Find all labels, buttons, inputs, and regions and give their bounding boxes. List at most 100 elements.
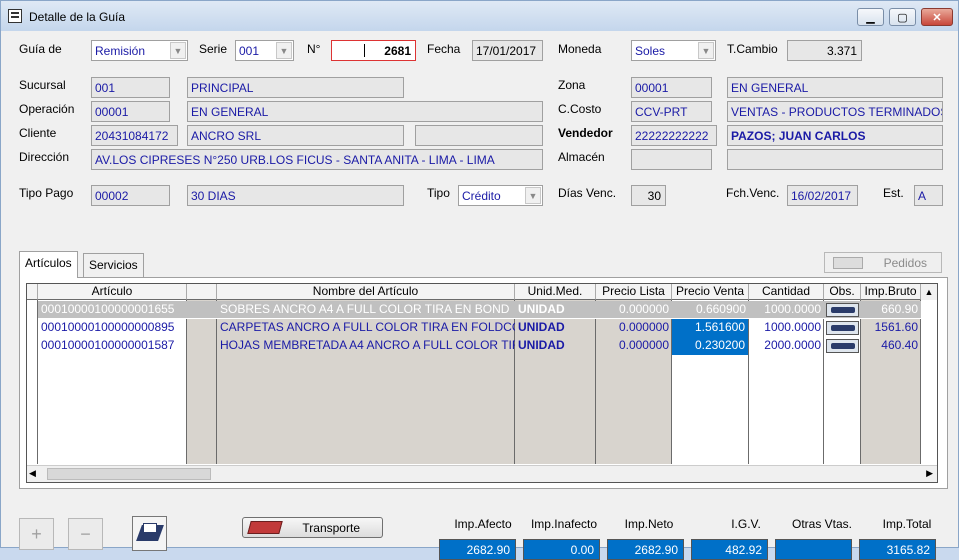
- cantidad-header[interactable]: Cantidad: [749, 284, 824, 300]
- imp-neto-field: 2682.90: [607, 539, 684, 560]
- spacer-header: [187, 284, 217, 300]
- numero-label: N°: [307, 42, 321, 56]
- pedidos-icon: [833, 257, 863, 269]
- serie-label: Serie: [199, 42, 228, 56]
- sucursal-code-input[interactable]: 001: [91, 77, 170, 98]
- imp-bruto-header[interactable]: Imp.Bruto: [861, 284, 921, 300]
- ccosto-label: C.Costo: [558, 102, 602, 116]
- precio-lista-header[interactable]: Precio Lista: [596, 284, 672, 300]
- precio-venta-cell[interactable]: 0.230200: [672, 337, 748, 355]
- chevron-down-icon[interactable]: ▼: [698, 42, 714, 59]
- articulo-cell[interactable]: 00010000100000001655: [38, 301, 187, 319]
- tcambio-input[interactable]: 3.371: [787, 40, 862, 61]
- diasvenc-input[interactable]: 30: [631, 185, 666, 206]
- tipopago-label: Tipo Pago: [19, 186, 74, 200]
- tipo-label: Tipo: [427, 186, 450, 200]
- est-field: A: [914, 185, 943, 206]
- numero-input[interactable]: 2681: [331, 40, 416, 61]
- tab-servicios[interactable]: Servicios: [83, 253, 144, 277]
- operacion-code-input[interactable]: 00001: [91, 101, 170, 122]
- zona-name-field: EN GENERAL: [727, 77, 943, 98]
- scroll-right-icon[interactable]: ▶: [926, 468, 933, 479]
- cantidad-cell[interactable]: 1000.0000: [749, 319, 824, 337]
- fchvenc-input[interactable]: 16/02/2017: [787, 185, 858, 206]
- direccion-field[interactable]: AV.LOS CIPRESES N°250 URB.LOS FICUS - SA…: [91, 149, 543, 170]
- ccosto-name-field: VENTAS - PRODUCTOS TERMINADOS: [727, 101, 943, 122]
- text-caret: [364, 44, 365, 57]
- vendedor-code-input[interactable]: 22222222222: [631, 125, 717, 146]
- chevron-down-icon[interactable]: ▼: [525, 187, 541, 204]
- print-button[interactable]: [132, 516, 167, 551]
- cantidad-cell[interactable]: 2000.0000: [749, 337, 824, 355]
- almacen-code-input[interactable]: [631, 149, 712, 170]
- tipopago-code-input[interactable]: 00002: [91, 185, 170, 206]
- scroll-up-icon[interactable]: ▲: [921, 284, 937, 300]
- zona-code-input[interactable]: 00001: [631, 77, 712, 98]
- direccion-label: Dirección: [19, 150, 70, 164]
- precio-venta-header[interactable]: Precio Venta: [672, 284, 749, 300]
- moneda-value: Soles: [635, 44, 666, 58]
- otras-field: [775, 539, 852, 560]
- precio-venta-cell[interactable]: 1.561600: [672, 319, 748, 337]
- row-indicator-column: [27, 284, 38, 464]
- guia-value: Remisión: [95, 44, 146, 58]
- igv-field: 482.92: [691, 539, 768, 560]
- articulo-cell[interactable]: 00010000100000000895: [38, 319, 187, 337]
- articles-grid[interactable]: Artículo Nombre del Artículo Unid.Med. P…: [26, 283, 938, 483]
- articulo-header[interactable]: Artículo: [38, 284, 187, 300]
- tipo-select[interactable]: Crédito ▼: [458, 185, 543, 206]
- transporte-label: Transporte: [302, 520, 360, 535]
- form-body: Guía de Remisión ▼ Serie 001 ▼ N° 2681 F…: [6, 31, 953, 560]
- window: Detalle de la Guía ▁ ▢ ✕ Guía de Remisió…: [0, 0, 959, 560]
- horizontal-scrollbar[interactable]: ◀ ▶: [27, 465, 937, 482]
- articulo-cell[interactable]: 00010000100000001587: [38, 337, 187, 355]
- cantidad-cell[interactable]: 1000.0000: [749, 301, 824, 319]
- transporte-button[interactable]: Transporte: [242, 517, 383, 538]
- serie-select[interactable]: 001 ▼: [235, 40, 294, 61]
- guia-select[interactable]: Remisión ▼: [91, 40, 188, 61]
- zona-label: Zona: [558, 78, 586, 92]
- vendedor-label: Vendedor: [558, 126, 613, 140]
- imp-total-field: 3165.82: [859, 539, 936, 560]
- unidad-header[interactable]: Unid.Med.: [515, 284, 596, 300]
- operacion-name-field: EN GENERAL: [187, 101, 543, 122]
- sucursal-name-field: PRINCIPAL: [187, 77, 404, 98]
- moneda-label: Moneda: [558, 42, 602, 56]
- cliente-label: Cliente: [19, 126, 57, 140]
- maximize-button[interactable]: ▢: [889, 8, 916, 26]
- title-bar[interactable]: Detalle de la Guía ▁ ▢ ✕: [1, 1, 958, 31]
- printer-paper-icon: [143, 523, 157, 533]
- tab-articulos[interactable]: Artículos: [19, 251, 78, 278]
- precio-lista-cell: 0.000000: [618, 302, 669, 316]
- close-button[interactable]: ✕: [921, 8, 953, 26]
- otras-label: Otras Vtas.: [791, 517, 853, 531]
- chevron-down-icon[interactable]: ▼: [276, 42, 292, 59]
- cliente-code-input[interactable]: 20431084172: [91, 125, 178, 146]
- fecha-input[interactable]: 17/01/2017: [472, 40, 543, 61]
- pedidos-label: Pedidos: [883, 255, 927, 270]
- row-indicator-header: [27, 284, 38, 300]
- serie-value: 001: [239, 44, 260, 58]
- chevron-down-icon[interactable]: ▼: [170, 42, 186, 59]
- moneda-select[interactable]: Soles ▼: [631, 40, 716, 61]
- remove-row-button[interactable]: −: [68, 518, 103, 550]
- obs-header[interactable]: Obs.: [824, 284, 861, 300]
- minimize-button[interactable]: ▁: [857, 8, 884, 26]
- precio-venta-cell[interactable]: 0.660900: [672, 301, 749, 319]
- add-row-button[interactable]: +: [19, 518, 54, 550]
- scrollbar-thumb[interactable]: [47, 468, 211, 480]
- nombre-header[interactable]: Nombre del Artículo: [217, 284, 515, 300]
- imp-afecto-field: 2682.90: [439, 539, 516, 560]
- nombre-cell: HOJAS MEMBRETADA A4 ANCRO A FULL COLOR T…: [220, 338, 515, 352]
- scroll-left-icon[interactable]: ◀: [29, 468, 36, 479]
- window-title: Detalle de la Guía: [29, 10, 126, 24]
- pedidos-button[interactable]: Pedidos: [824, 252, 942, 273]
- ccosto-code-input[interactable]: CCV-PRT: [631, 101, 712, 122]
- imp-bruto-cell: 460.40: [881, 338, 918, 352]
- obs-icon[interactable]: [826, 303, 859, 317]
- cliente-name-field: ANCRO SRL: [187, 125, 404, 146]
- obs-icon[interactable]: [826, 321, 859, 335]
- obs-icon[interactable]: [826, 339, 859, 353]
- unidad-cell: UNIDAD: [518, 338, 565, 352]
- est-label: Est.: [883, 186, 904, 200]
